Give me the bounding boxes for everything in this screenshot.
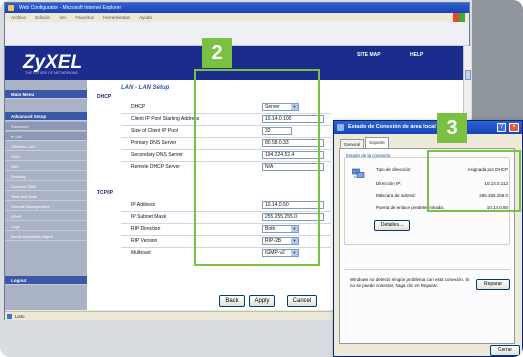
pool-size-label: Size of Client IP Pool bbox=[131, 128, 178, 134]
page-icon bbox=[7, 314, 12, 319]
sidebar-item-upnp[interactable]: UPnP bbox=[5, 212, 87, 221]
details-button[interactable]: Detalles... bbox=[374, 220, 410, 231]
sidebar-item-lan-label: LAN bbox=[14, 134, 22, 139]
repair-button[interactable]: Reparar bbox=[476, 279, 510, 290]
menu-ayuda[interactable]: Ayuda bbox=[139, 15, 152, 20]
address-type-label: Tipo de dirección: bbox=[376, 167, 412, 172]
menu-edicion[interactable]: Edición bbox=[35, 15, 50, 20]
cancel-button[interactable]: Cancel bbox=[287, 295, 317, 307]
dhcp-label: DHCP bbox=[131, 104, 146, 110]
group-title: Estado de la conexión bbox=[346, 153, 391, 158]
ie-icon bbox=[8, 5, 14, 11]
zyxel-tagline: THE FUTURE OF NETWORKING bbox=[25, 71, 79, 75]
highlight-box-3 bbox=[427, 150, 521, 212]
pool-start-label: Client IP Pool Starting Address bbox=[131, 116, 200, 122]
close-icon[interactable]: × bbox=[509, 123, 519, 132]
sidebar-item-dynamic-dns[interactable]: Dynamic DNS bbox=[5, 182, 87, 191]
sidebar-item-nat[interactable]: NAT bbox=[5, 162, 87, 171]
browser-menubar: Archivo Edición Ver Favoritos Herramient… bbox=[5, 13, 469, 22]
scrollbar-thumb[interactable] bbox=[465, 70, 471, 80]
subnet-mask-label: Máscara de subred: bbox=[376, 193, 416, 198]
ip-address-label: IP Address bbox=[131, 202, 156, 208]
remote-dhcp-label: Remote DHCP Server bbox=[131, 164, 181, 170]
multicast-label: Multicast bbox=[131, 250, 151, 256]
highlight-box-2 bbox=[194, 69, 320, 266]
close-button[interactable]: Cerrar bbox=[490, 345, 520, 356]
help-link[interactable]: HELP bbox=[410, 52, 423, 58]
sidebar-item-password[interactable]: Password bbox=[5, 122, 87, 131]
apply-button[interactable]: Apply bbox=[249, 295, 275, 307]
menu-ver[interactable]: Ver bbox=[59, 15, 66, 20]
sidebar-item-media-bandwidth[interactable]: Media Bandwidth Mgmt bbox=[5, 232, 87, 241]
tcpip-section-title: TCP/IP bbox=[97, 190, 114, 196]
sidebar-item-lan[interactable]: ▾ LAN bbox=[5, 132, 87, 141]
sidebar-item-wan[interactable]: WAN bbox=[5, 152, 87, 161]
sidebar-item-logs[interactable]: Logs bbox=[5, 222, 87, 231]
help-icon[interactable]: ? bbox=[497, 123, 506, 132]
screenshot-frame: Web Configurator - Microsoft Internet Ex… bbox=[0, 0, 523, 357]
dialog-separator bbox=[344, 269, 510, 270]
menu-archivo[interactable]: Archivo bbox=[11, 15, 26, 20]
repair-message: Windows no detectó ningún problema con e… bbox=[350, 277, 470, 288]
dialog-titlebar: Estado de Conexión de área local bbox=[334, 121, 522, 134]
sidebar-item-time-and-date[interactable]: Time and Date bbox=[5, 192, 87, 201]
sidebar: Main Menu Advanced Setup Password ▾ LAN … bbox=[5, 80, 87, 310]
back-button[interactable]: Back bbox=[219, 295, 245, 307]
sidebar-item-logout[interactable]: Logout bbox=[5, 276, 87, 285]
browser-toolbar bbox=[5, 22, 469, 46]
subnet-mask-label: IP Subnet Mask bbox=[131, 214, 167, 220]
sidebar-item-security[interactable]: Security bbox=[5, 172, 87, 181]
sidebar-item-main-menu[interactable]: Main Menu bbox=[5, 90, 87, 99]
secondary-dns-label: Secondary DNS Server bbox=[131, 152, 183, 158]
menu-herramientas[interactable]: Herramientas bbox=[103, 15, 130, 20]
status-text: Listo bbox=[15, 314, 25, 319]
rip-version-label: RIP Version bbox=[131, 238, 158, 244]
primary-dns-label: Primary DNS Server bbox=[131, 140, 177, 146]
site-map-link[interactable]: SITE MAP bbox=[357, 52, 381, 58]
rip-direction-label: RIP Direction bbox=[131, 226, 161, 232]
dialog-title: Estado de Conexión de área local bbox=[348, 124, 436, 130]
page-title: LAN - LAN Setup bbox=[121, 85, 170, 91]
network-computers-icon bbox=[352, 168, 365, 179]
menu-favoritos[interactable]: Favoritos bbox=[75, 15, 94, 20]
sidebar-item-remote-management[interactable]: Remote Management bbox=[5, 202, 87, 211]
dhcp-section-title: DHCP bbox=[97, 94, 112, 100]
sidebar-item-wireless-lan[interactable]: Wireless LAN bbox=[5, 142, 87, 151]
callout-number-2: 2 bbox=[202, 38, 232, 68]
browser-titlebar: Web Configurator - Microsoft Internet Ex… bbox=[5, 3, 469, 13]
windows-logo-icon bbox=[453, 13, 465, 22]
network-connection-icon bbox=[337, 124, 344, 131]
browser-title: Web Configurator - Microsoft Internet Ex… bbox=[19, 5, 122, 11]
ip-address-label: Dirección IP: bbox=[376, 181, 402, 186]
sidebar-item-advanced-setup[interactable]: Advanced Setup bbox=[5, 112, 87, 121]
callout-number-3: 3 bbox=[437, 113, 467, 143]
